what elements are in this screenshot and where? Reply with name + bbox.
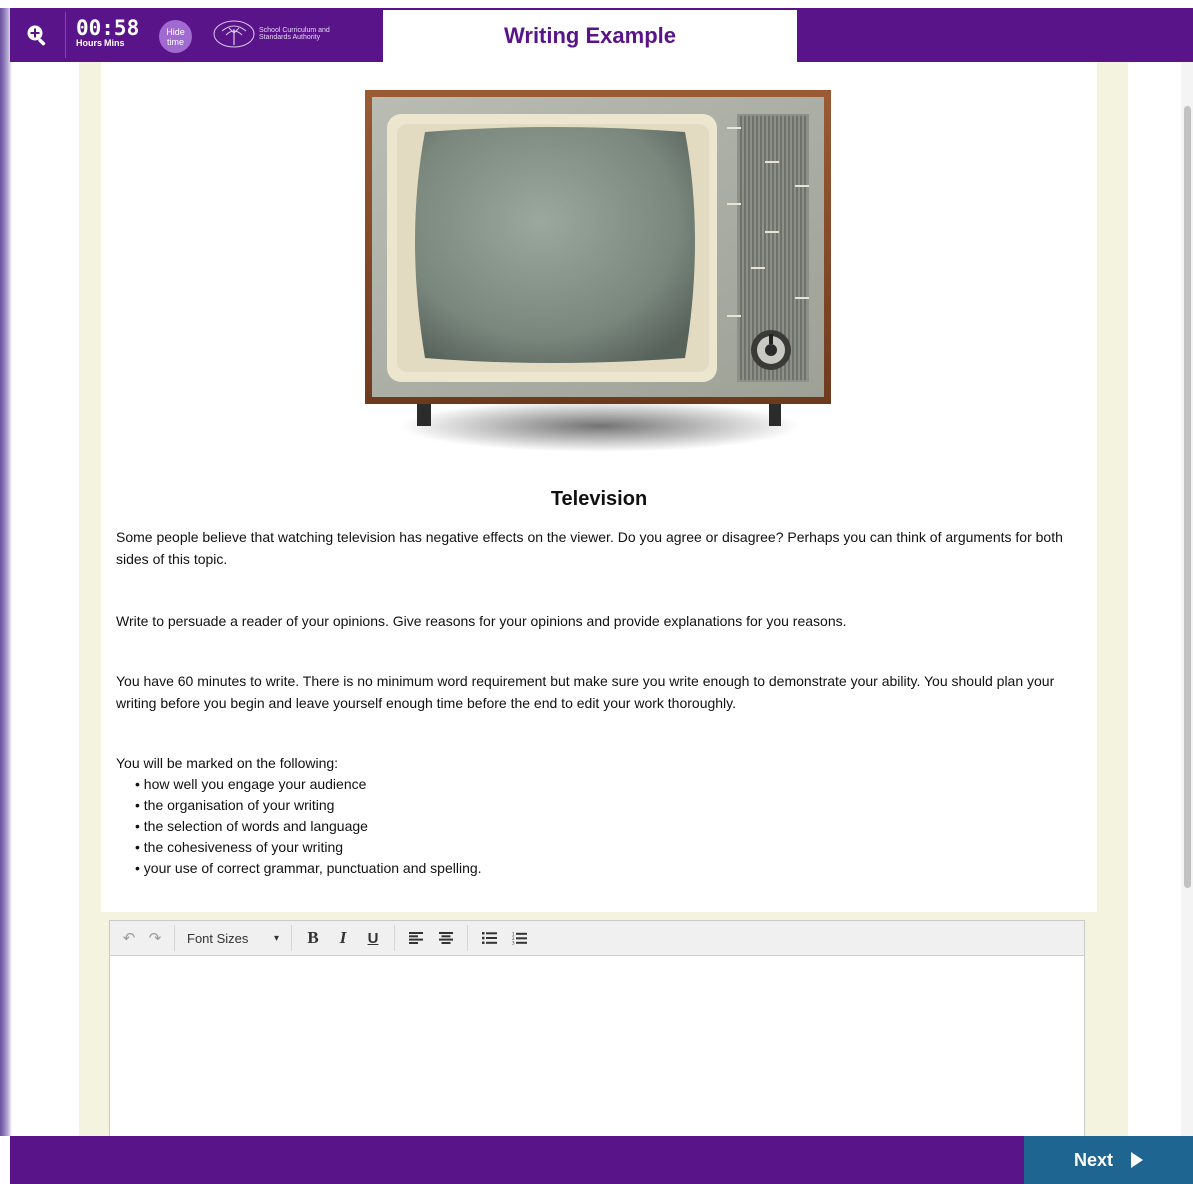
prompt-title: Television	[550, 488, 648, 510]
bullet-list-icon	[481, 932, 497, 944]
underline-button[interactable]: U	[358, 925, 388, 951]
header-divider	[65, 12, 66, 58]
undo-icon: ↶	[122, 930, 136, 947]
marking-criteria: You will be marked on the following: how…	[116, 753, 482, 879]
bold-icon: B	[307, 928, 319, 947]
criteria-item: the cohesiveness of your writing	[135, 837, 482, 858]
television-image	[365, 88, 835, 468]
font-sizes-dropdown[interactable]: Font Sizes ▾	[181, 925, 285, 951]
hide-time-label: Hide time	[166, 26, 185, 47]
prompt-card: Television Some people believe that watc…	[101, 62, 1097, 912]
toolbar-separator	[291, 925, 292, 951]
timer-mins-label: Mins	[104, 38, 125, 48]
toolbar-separator	[394, 925, 395, 951]
prompt-paragraph-3: You have 60 minutes to write. There is n…	[116, 673, 1055, 711]
criteria-item: your use of correct grammar, punctuation…	[135, 858, 482, 879]
prompt-paragraph-2: Write to persuade a reader of your opini…	[116, 613, 847, 629]
prompt-paragraph-1: Some people believe that watching televi…	[116, 529, 1063, 567]
toolbar-separator	[467, 925, 468, 951]
rich-text-editor: ↶ ↷ Font Sizes ▾ B I U 1 2 3	[109, 920, 1085, 1137]
bullet-list-button[interactable]	[474, 925, 504, 951]
criteria-item: how well you engage your audience	[135, 774, 482, 795]
toolbar-separator	[174, 925, 175, 951]
svg-text:3: 3	[512, 940, 515, 945]
header-bar: 00:58 Hours Mins Hide time School Curric…	[10, 8, 1193, 62]
align-left-icon	[409, 932, 423, 944]
criteria-item: the selection of words and language	[135, 816, 482, 837]
editor-toolbar: ↶ ↷ Font Sizes ▾ B I U 1 2 3	[110, 921, 1084, 956]
window-left-edge	[0, 8, 12, 1136]
scrollbar-thumb[interactable]	[1184, 106, 1191, 888]
footer-bar	[10, 1136, 1193, 1184]
page-title: Writing Example	[504, 23, 676, 48]
italic-button[interactable]: I	[328, 925, 358, 951]
timer-value: 00:58	[76, 16, 140, 40]
timer-hours-label: Hours	[76, 38, 103, 48]
numbered-list-icon: 1 2 3	[512, 932, 527, 945]
criteria-intro: You will be marked on the following:	[116, 755, 339, 771]
numbered-list-button[interactable]: 1 2 3	[504, 925, 534, 951]
align-left-button[interactable]	[401, 925, 431, 951]
television-illustration	[365, 90, 831, 452]
zoom-in-button[interactable]	[10, 8, 64, 62]
undo-button[interactable]: ↶	[116, 925, 142, 951]
font-sizes-label: Font Sizes	[187, 930, 249, 946]
page-title-box: Writing Example	[383, 10, 797, 62]
align-center-button[interactable]	[431, 925, 461, 951]
align-center-icon	[439, 932, 453, 944]
logo-text: School Curriculum and Standards Authorit…	[259, 26, 330, 42]
editor-text-area[interactable]	[110, 957, 1084, 1137]
timer: 00:58 Hours Mins	[76, 17, 148, 48]
authority-logo: School Curriculum and Standards Authorit…	[212, 19, 337, 49]
underline-icon: U	[367, 929, 379, 947]
hide-time-button[interactable]: Hide time	[159, 20, 192, 53]
next-label: Next	[1073, 1149, 1113, 1170]
zoom-in-icon	[27, 25, 46, 46]
italic-icon: I	[339, 928, 347, 947]
criteria-item: the organisation of your writing	[135, 795, 482, 816]
bold-button[interactable]: B	[298, 925, 328, 951]
redo-icon: ↷	[148, 930, 162, 947]
play-arrow-icon	[1131, 1152, 1143, 1168]
next-button[interactable]: Next	[1024, 1136, 1193, 1184]
redo-button[interactable]: ↷	[142, 925, 168, 951]
logo-emblem-icon	[213, 20, 255, 48]
chevron-down-icon: ▾	[273, 932, 279, 944]
